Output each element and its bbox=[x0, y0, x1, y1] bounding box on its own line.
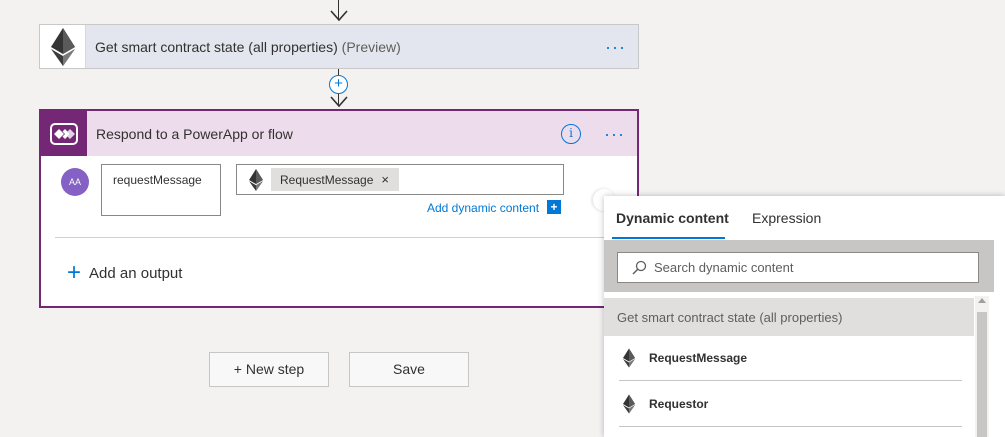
arrow-down-icon bbox=[330, 10, 348, 22]
tab-expression[interactable]: Expression bbox=[752, 210, 821, 226]
tab-dynamic-content[interactable]: Dynamic content bbox=[616, 210, 729, 226]
ethereum-icon bbox=[619, 348, 639, 368]
dynamic-item[interactable]: Requestor bbox=[619, 382, 962, 427]
search-input[interactable] bbox=[654, 260, 954, 275]
divider bbox=[55, 237, 625, 238]
search-box[interactable] bbox=[617, 252, 979, 283]
output-name-field[interactable]: requestMessage bbox=[101, 164, 221, 216]
ethereum-icon bbox=[619, 394, 639, 414]
scrollbar[interactable] bbox=[975, 296, 989, 437]
plus-icon: + bbox=[67, 259, 82, 286]
token-body: RequestMessage × bbox=[271, 168, 399, 191]
new-step-button[interactable]: + New step bbox=[209, 352, 329, 387]
ethereum-icon bbox=[241, 167, 271, 192]
token-remove-button[interactable]: × bbox=[381, 172, 389, 187]
add-dynamic-content-icon[interactable]: + bbox=[547, 200, 561, 214]
card-header[interactable]: Respond to a PowerApp or flow i ··· bbox=[41, 111, 637, 156]
card-title: Get smart contract state (all properties… bbox=[95, 39, 401, 55]
info-icon[interactable]: i bbox=[561, 124, 581, 144]
powerapps-icon bbox=[41, 111, 87, 156]
output-value-field[interactable]: RequestMessage × bbox=[236, 164, 564, 195]
search-icon bbox=[624, 260, 654, 276]
active-tab-indicator bbox=[612, 237, 725, 239]
avatar-text: AA bbox=[68, 177, 81, 187]
arrow-down-icon bbox=[330, 96, 348, 108]
dynamic-content-token[interactable]: RequestMessage × bbox=[241, 167, 401, 192]
add-output-label: Add an output bbox=[89, 264, 183, 282]
card-title: Respond to a PowerApp or flow bbox=[96, 125, 293, 142]
add-output-button[interactable]: + Add an output bbox=[67, 261, 182, 285]
add-dynamic-content-link[interactable]: Add dynamic content bbox=[427, 201, 539, 215]
action-card-get-contract-state[interactable]: Get smart contract state (all properties… bbox=[39, 24, 639, 69]
token-label: RequestMessage bbox=[280, 172, 374, 187]
preview-tag: (Preview) bbox=[341, 38, 401, 55]
action-card-respond-powerapp: Respond to a PowerApp or flow i ··· AA r… bbox=[39, 109, 639, 308]
more-options-button[interactable]: ··· bbox=[604, 125, 625, 143]
group-header[interactable]: Get smart contract state (all properties… bbox=[604, 298, 974, 336]
search-area bbox=[604, 240, 994, 292]
output-name-text: requestMessage bbox=[113, 173, 202, 187]
save-button[interactable]: Save bbox=[349, 352, 469, 387]
insert-step-button[interactable]: + bbox=[329, 75, 348, 94]
text-type-avatar: AA bbox=[61, 168, 89, 196]
dynamic-content-panel: Dynamic content Expression Get smart con… bbox=[604, 196, 1005, 437]
dynamic-item-label: RequestMessage bbox=[649, 351, 748, 365]
ethereum-icon bbox=[40, 25, 86, 68]
more-options-button[interactable]: ··· bbox=[605, 38, 626, 56]
scroll-thumb[interactable] bbox=[977, 312, 987, 437]
scroll-up-arrow-icon[interactable] bbox=[978, 298, 986, 303]
card-title-text: Get smart contract state (all properties… bbox=[95, 38, 338, 55]
group-header-label: Get smart contract state (all properties… bbox=[617, 310, 843, 325]
dynamic-item[interactable]: RequestMessage bbox=[619, 336, 962, 381]
panel-tabs: Dynamic content Expression bbox=[604, 196, 1005, 240]
dynamic-item-label: Requestor bbox=[649, 397, 709, 411]
